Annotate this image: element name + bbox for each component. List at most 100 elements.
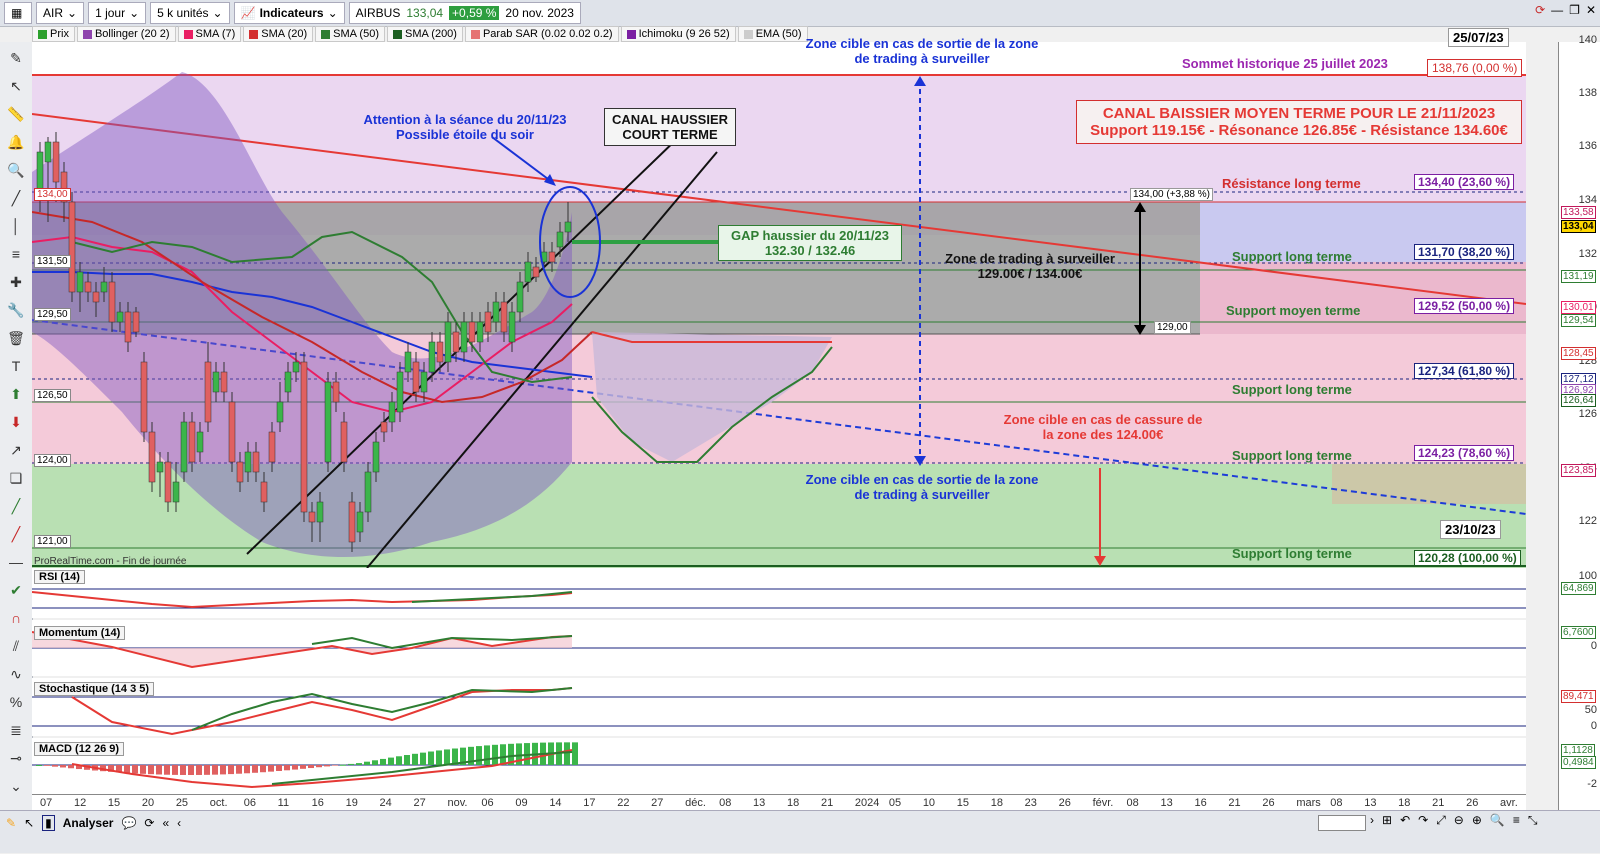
candle: [140, 361, 148, 433]
macd-bar: [324, 765, 330, 767]
legend-item[interactable]: Ichimoku (9 26 52): [620, 26, 736, 42]
candle: [500, 301, 508, 333]
legend-item[interactable]: SMA (7): [177, 26, 242, 42]
arrow-down-icon[interactable]: ⬇: [4, 410, 28, 434]
price-tag: 126,64: [1561, 394, 1596, 407]
time-axis[interactable]: 07 12 15 20 25 oct. 06 11 16 19 24 27 nov. 06 09 14 17 22…: [32, 794, 1526, 811]
macd-label[interactable]: MACD (12 26 9): [34, 742, 125, 756]
legend-item[interactable]: EMA (50): [737, 26, 808, 42]
collapse-icon[interactable]: «: [162, 816, 169, 830]
magnet-icon[interactable]: ∩: [4, 606, 28, 630]
scroll-left-icon[interactable]: ‹: [177, 816, 181, 830]
fib-icon[interactable]: ≡: [4, 242, 28, 266]
price-chart[interactable]: 134,00 131,50 129,50 126,50 124,00 121,0…: [32, 28, 1600, 825]
legend-item[interactable]: Prix: [32, 26, 75, 42]
line-icon[interactable]: ╱: [4, 186, 28, 210]
zoom-in-icon[interactable]: ⊕: [1472, 813, 1482, 828]
horizontal-scrollbar[interactable]: [1318, 815, 1366, 831]
time-axis-tick: 11: [277, 797, 290, 809]
zoom-icon[interactable]: 🔍: [4, 158, 28, 182]
candle: [244, 451, 252, 473]
macd-bar: [252, 765, 258, 773]
channel-icon[interactable]: ⫽: [4, 634, 28, 658]
trash-icon[interactable]: 🗑: [4, 326, 28, 350]
refresh-icon[interactable]: ⟳: [144, 816, 154, 830]
segment-icon[interactable]: ⊸: [4, 746, 28, 770]
legend-label: Parab SAR (0.02 0.02 0.2): [482, 28, 613, 40]
fit-icon[interactable]: ⤢: [1436, 813, 1446, 828]
support-lt-2: Support long terme: [1232, 382, 1352, 397]
panel-icon[interactable]: ▮: [42, 815, 55, 831]
analyser-button[interactable]: Analyser: [63, 816, 114, 830]
price-axis[interactable]: 140138136134132130128126124122 133,58133…: [1558, 34, 1600, 825]
zone-trading-text: Zone de trading à surveiller 129.00€ / 1…: [945, 251, 1115, 281]
hline-icon[interactable]: —: [4, 550, 28, 574]
arrow-diag-icon[interactable]: ↗: [4, 438, 28, 462]
macd-bar: [444, 749, 450, 765]
indicators-button[interactable]: 📈 Indicateurs ⌄: [233, 2, 345, 24]
legend-item[interactable]: Bollinger (20 2): [76, 26, 176, 42]
cursor-tool-icon[interactable]: ↖: [24, 816, 34, 830]
period-select[interactable]: 1 jour ⌄: [88, 2, 147, 24]
units-select[interactable]: 5 k unités ⌄: [150, 2, 230, 24]
undo-icon[interactable]: ↶: [1400, 813, 1410, 828]
rsi-label[interactable]: RSI (14): [34, 570, 85, 584]
minimize-icon[interactable]: —: [1551, 3, 1563, 17]
refresh-icon[interactable]: ⟳: [1535, 3, 1545, 17]
vertical-line-icon[interactable]: │: [4, 214, 28, 238]
support-lt-4: Support long terme: [1232, 546, 1352, 561]
menu-icon[interactable]: ≡: [1513, 813, 1520, 828]
percent-icon[interactable]: %: [4, 690, 28, 714]
arrow-up-icon[interactable]: ⬆: [4, 382, 28, 406]
instrument-info: AIRBUS 133,04 +0,59 % 20 nov. 2023: [348, 2, 581, 24]
time-axis-tick: déc.: [685, 797, 706, 809]
candle: [100, 281, 108, 293]
candle: [84, 281, 92, 293]
alert-icon[interactable]: 🔔: [4, 130, 28, 154]
copy-icon[interactable]: ❏: [4, 466, 28, 490]
wave-icon[interactable]: ∿: [4, 662, 28, 686]
scroll-down-icon[interactable]: ⌄: [4, 774, 28, 798]
cross-icon[interactable]: ✚: [4, 270, 28, 294]
pencil-icon[interactable]: ✎: [4, 46, 28, 70]
momentum-label[interactable]: Momentum (14): [34, 626, 126, 640]
fib-ext-icon[interactable]: ≣: [4, 718, 28, 742]
zoom-out-icon[interactable]: ⊖: [1454, 813, 1464, 828]
candle: [532, 266, 540, 278]
pencil-tool-icon[interactable]: ✎: [6, 816, 16, 830]
red-line-icon[interactable]: ╱: [4, 522, 28, 546]
symbol-select[interactable]: AIR ⌄: [36, 2, 85, 24]
support-mt: Support moyen terme: [1226, 303, 1361, 318]
macd-bar: [244, 765, 250, 774]
time-axis-tick: 17: [583, 797, 596, 809]
chat-icon[interactable]: 💬: [121, 816, 136, 830]
candle: [436, 341, 444, 363]
legend-item[interactable]: SMA (20): [243, 26, 314, 42]
time-axis-tick: 27: [651, 797, 664, 809]
macd-bar: [404, 755, 410, 765]
scroll-right-icon[interactable]: ›: [1370, 813, 1374, 828]
cursor-icon[interactable]: ↖: [4, 74, 28, 98]
legend-item[interactable]: SMA (50): [315, 26, 385, 42]
close-icon[interactable]: ✕: [1586, 3, 1596, 17]
level-124: 124,00: [34, 454, 71, 467]
chart-canvas: [32, 42, 1526, 794]
grid-icon[interactable]: ▦: [4, 2, 32, 24]
tools-icon[interactable]: 🔧: [4, 298, 28, 322]
restore-icon[interactable]: ❐: [1569, 3, 1580, 17]
add-icon[interactable]: ⊞: [1382, 813, 1392, 828]
price-axis-tick: 132: [1578, 248, 1597, 260]
macd-bar: [148, 765, 154, 775]
stochastic-label[interactable]: Stochastique (14 3 5): [34, 682, 155, 696]
expand-icon[interactable]: ⤡: [1528, 813, 1538, 828]
text-icon[interactable]: T: [4, 354, 28, 378]
macd-bar: [52, 765, 58, 767]
price-tag: 128,45: [1561, 347, 1596, 360]
green-line-icon[interactable]: ╱: [4, 494, 28, 518]
check-icon[interactable]: ✔: [4, 578, 28, 602]
zoom-reset-icon[interactable]: 🔍: [1490, 813, 1505, 828]
ruler-icon[interactable]: 📏: [4, 102, 28, 126]
legend-item[interactable]: Parab SAR (0.02 0.02 0.2): [464, 26, 619, 42]
redo-icon[interactable]: ↷: [1418, 813, 1428, 828]
legend-item[interactable]: SMA (200): [387, 26, 463, 42]
